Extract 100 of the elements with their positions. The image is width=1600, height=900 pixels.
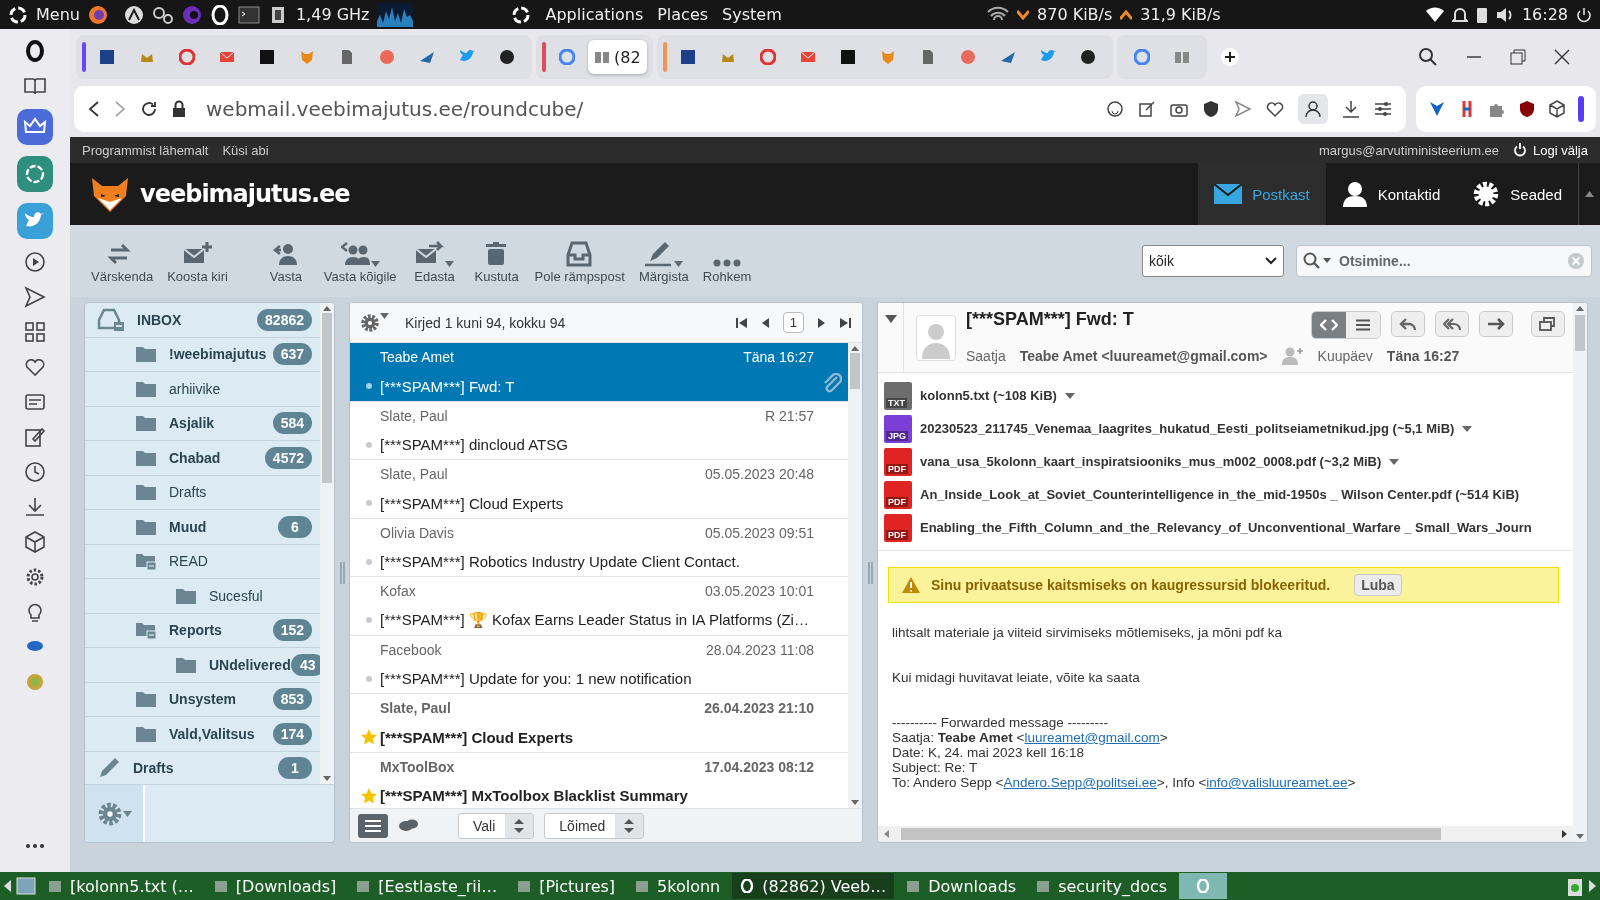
- folder-item[interactable]: Reports: [85, 620, 273, 641]
- allow-button[interactable]: Luba: [1354, 574, 1402, 596]
- toolbar-button[interactable]: Värskenda: [84, 234, 161, 288]
- attachment-link[interactable]: vana_usa_5kolonn_kaart_inspiratsiooniks_mus_m002_0008.pdf (~3,2 MiB): [920, 454, 1382, 469]
- forwarded-line: ---------- Forwarded message ---------: [892, 715, 1109, 730]
- taskbar-item[interactable]: Downloads: [898, 873, 1025, 899]
- browser-tab[interactable]: (82: [588, 40, 647, 74]
- folder-item[interactable]: READ: [85, 551, 312, 572]
- unread-count: 174: [272, 722, 312, 745]
- download-speed: 870 KiB/s: [1037, 5, 1113, 24]
- toolbar-button[interactable]: Märgista: [631, 234, 696, 288]
- toolbar-button[interactable]: Vasta: [254, 234, 317, 288]
- toolbar-button[interactable]: Edasta: [403, 234, 466, 288]
- attachment-link[interactable]: An_Inside_Look_at_Soviet_Counterintelligence in_the_mid-1950s _ Wilson Center.pdf (~514 KiB): [920, 487, 1520, 502]
- message-row[interactable]: Slate, Paul 26.04.2023 21:10 [***SPAM***] Cloud Experts: [350, 694, 848, 753]
- taskbar-item[interactable]: [Downloads]: [205, 873, 345, 899]
- message-row[interactable]: Slate, Paul R 21:57 [***SPAM***] dincloud ATSG: [350, 401, 848, 460]
- unread-count: 6: [278, 515, 312, 538]
- folder-item[interactable]: Drafts: [85, 483, 312, 502]
- sender-name: Facebook: [380, 641, 443, 660]
- sender-name: MxToolBox: [380, 758, 456, 777]
- folder-item[interactable]: !weebimajutus: [85, 345, 273, 364]
- message-date: 05.05.2023 09:51: [705, 524, 814, 543]
- message-subject: [***SPAM***] Cloud Experts: [380, 494, 565, 512]
- menu-button[interactable]: Menu: [36, 5, 80, 24]
- attachment-link[interactable]: Enabling_the_Fifth_Column_and_the_Relevancy_of_Unconventional_Warfare _ Small_Wars_Journ: [920, 520, 1532, 535]
- message-row[interactable]: Teabe Amet Täna 16:27 [***SPAM***] Fwd: T: [350, 343, 848, 402]
- search-field[interactable]: Otsimine...: [1296, 245, 1592, 277]
- sender-name: Teabe Amet: [380, 349, 455, 367]
- header-link[interactable]: Programmist lähemalt: [82, 142, 209, 158]
- threads-dropdown[interactable]: Lõimed: [544, 812, 645, 839]
- folder-item[interactable]: arhiivike: [85, 379, 312, 398]
- message-date: 26.04.2023 21:10: [704, 700, 814, 718]
- toolbar-button[interactable]: Rohkem: [695, 234, 759, 288]
- clock: 16:28: [1521, 5, 1568, 24]
- message-subject: [***SPAM***] Robotics Industry Update Client Contact.: [380, 553, 741, 570]
- message-row[interactable]: Facebook 28.04.2023 11:08 [***SPAM***] Update for you: 1 new notification: [350, 635, 848, 694]
- body-paragraph: Kui midagi huvitavat leiate, võite ka saata: [892, 670, 1141, 685]
- message-subject: [***SPAM***] Fwd: T: [966, 309, 1134, 330]
- message-date: 05.05.2023 20:48: [705, 466, 814, 484]
- taskbar-item[interactable]: [kolonn5.txt (…: [40, 873, 202, 899]
- toolbar-button[interactable]: Pole rämpspost: [527, 234, 632, 288]
- attachment-link[interactable]: kolonn5.txt (~108 KiB): [920, 388, 1057, 403]
- message-date: 03.05.2023 10:01: [705, 583, 814, 601]
- header-link[interactable]: Küsi abi: [222, 142, 269, 158]
- folder-item[interactable]: Chabad: [85, 448, 265, 467]
- logout-button[interactable]: Logi välja: [1513, 142, 1588, 158]
- toolbar-button[interactable]: Kustuta: [465, 234, 528, 288]
- email-link[interactable]: info@valisluureamet.ee: [1206, 775, 1348, 790]
- folder-item[interactable]: INBOX: [85, 307, 258, 332]
- folder-item[interactable]: Muud: [85, 517, 278, 536]
- folder-item[interactable]: Sucesful: [85, 586, 312, 605]
- forwarded-line: To: Andero Sepp <Andero.Sepp@politsei.ee>, Info <info@valisluureamet.ee>: [892, 775, 1357, 790]
- panel-menu[interactable]: Places: [657, 4, 709, 25]
- select-dropdown[interactable]: Vali: [458, 812, 535, 839]
- message-date: 17.04.2023 08:12: [704, 758, 814, 777]
- user-email: margus@arvutiministeerium.ee: [1318, 142, 1500, 158]
- page-number-field[interactable]: 1: [782, 312, 804, 333]
- unread-count: 43: [290, 653, 320, 676]
- body-paragraph: lihtsalt materiale ja viiteid sirvimiseks mõtlemiseks, ja mõni pdf ka: [892, 625, 1284, 640]
- folder-item[interactable]: Vald,Valitsus: [85, 724, 273, 743]
- toolbar-button[interactable]: Vasta kõigile: [316, 234, 404, 288]
- unread-count: 584: [272, 412, 312, 435]
- logo-text: veebimajutus.ee: [140, 180, 350, 208]
- message-count: Kirjed 1 kuni 94, kokku 94: [405, 314, 566, 331]
- address-bar[interactable]: webmail.veebimajutus.ee/roundcube/: [74, 86, 1406, 132]
- attachment-link[interactable]: 20230523_211745_Venemaa_laagrites_hukatud_Eesti_politseiametnikud.jpg (~5,1 MiB): [920, 421, 1455, 436]
- toolbar-button[interactable]: Koosta kiri: [160, 234, 235, 288]
- nav-tab[interactable]: Kontaktid: [1325, 163, 1457, 225]
- forwarded-line: Saatja: Teabe Amet <luureamet@gmail.com>: [892, 730, 1169, 745]
- notice-text: Sinu privaatsuse kaitsmiseks on kaugressursid blokeeritud.: [931, 577, 1331, 593]
- folder-item[interactable]: Unsystem: [85, 690, 273, 709]
- nav-tab[interactable]: Seaded: [1456, 163, 1578, 225]
- message-row[interactable]: Olivia Davis 05.05.2023 09:51 [***SPAM***] Robotics Industry Update Client Contact.: [350, 518, 848, 577]
- unread-count: 152: [272, 619, 312, 642]
- message-row[interactable]: Kofax 03.05.2023 10:01 [***SPAM***] 🏆 Kofax Earns Leader Status in IA Platforms (Zi…: [350, 577, 848, 636]
- filter-dropdown[interactable]: kõik: [1142, 245, 1284, 277]
- message-subject: [***SPAM***] Fwd: T: [380, 377, 516, 395]
- folder-item[interactable]: UNdelivered: [85, 655, 291, 674]
- message-row[interactable]: Slate, Paul 05.05.2023 20:48 [***SPAM***] Cloud Experts: [350, 460, 848, 519]
- panel-menu[interactable]: System: [722, 4, 782, 25]
- sender-name: Olivia Davis: [380, 524, 455, 543]
- folder-item[interactable]: Asjalik: [85, 414, 273, 433]
- taskbar-item[interactable]: security_docs: [1028, 873, 1176, 899]
- taskbar-item[interactable]: [Pictures]: [509, 873, 624, 899]
- email-link[interactable]: luureamet@gmail.com: [1024, 730, 1160, 745]
- file-type-label: TXT: [886, 397, 907, 408]
- taskbar-item[interactable]: [Eestlaste_rii…: [348, 873, 506, 899]
- taskbar-item[interactable]: 5kolonn: [627, 873, 729, 899]
- message-date: Täna 16:27: [743, 349, 814, 367]
- nav-tab[interactable]: Postkast: [1198, 163, 1326, 225]
- upload-speed: 31,9 KiB/s: [1140, 5, 1221, 24]
- unread-count: 4572: [264, 446, 312, 469]
- taskbar-item[interactable]: (82862) Veeb…: [732, 873, 895, 899]
- cpu-frequency: 1,49 GHz: [295, 5, 370, 24]
- email-link[interactable]: Andero.Sepp@politsei.ee: [1003, 775, 1157, 790]
- panel-menu[interactable]: Applications: [545, 4, 644, 25]
- folder-item[interactable]: Drafts: [85, 756, 278, 781]
- unread-count: 82862: [257, 308, 312, 331]
- message-subject: [***SPAM***] Cloud Experts: [380, 728, 575, 746]
